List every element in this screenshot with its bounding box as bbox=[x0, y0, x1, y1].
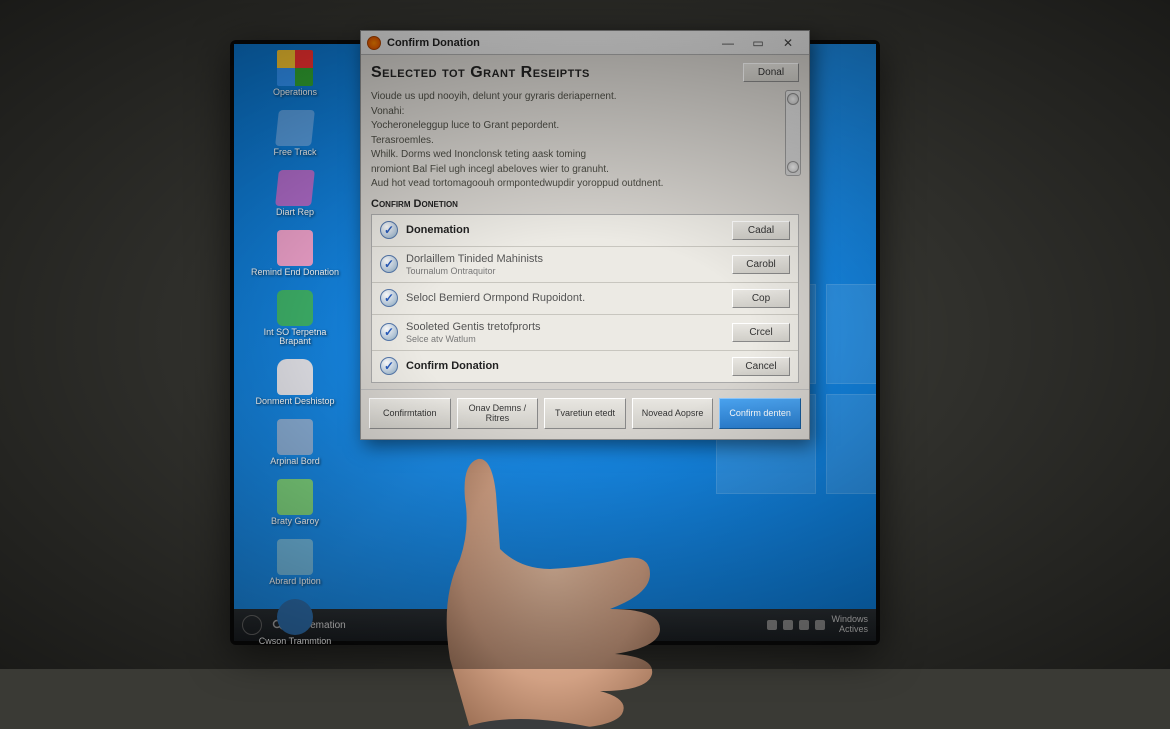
tray-icon[interactable] bbox=[815, 620, 825, 630]
item-action-button[interactable]: Cancel bbox=[732, 357, 790, 376]
desc-line: Terasroemles. bbox=[371, 134, 749, 149]
desktop-icon[interactable]: Abrard Iption bbox=[240, 539, 350, 587]
maximize-button[interactable]: ▭ bbox=[743, 35, 773, 51]
app-icon bbox=[367, 36, 381, 50]
desktop-icons-column: Operations Free Track Diart Rep Remind E… bbox=[240, 50, 350, 659]
desktop-icon-label: Arpinal Bord bbox=[270, 457, 320, 467]
list-item[interactable]: Sooleted Gentis tretofprorts Selce atv W… bbox=[372, 315, 798, 351]
item-action-button[interactable]: Cop bbox=[732, 289, 790, 308]
check-icon[interactable] bbox=[380, 255, 398, 273]
desktop-icon[interactable]: Free Track bbox=[240, 110, 350, 158]
item-title: Confirm Donation bbox=[406, 360, 724, 372]
app-icon bbox=[277, 479, 313, 515]
item-title: Sooleted Gentis tretofprorts bbox=[406, 321, 724, 333]
tray-icon[interactable] bbox=[783, 620, 793, 630]
donal-button[interactable]: Donal bbox=[743, 63, 799, 82]
desc-line: Vioude us upd nooyih, delunt your gyrari… bbox=[371, 90, 749, 105]
desktop-icon[interactable]: Cwson Trammtion bbox=[240, 599, 350, 647]
novead-button[interactable]: Novead Aopsre bbox=[632, 398, 714, 430]
minimize-button[interactable]: — bbox=[713, 35, 743, 51]
confirmation-button[interactable]: Confirmtation bbox=[369, 398, 451, 430]
item-title: Selocl Bemierd Ormpond Rupoidont. bbox=[406, 292, 724, 304]
list-item[interactable]: Selocl Bemierd Ormpond Rupoidont. Cop bbox=[372, 283, 798, 315]
desktop-icon-label: Operations bbox=[273, 88, 317, 98]
app-icon bbox=[277, 290, 313, 326]
dialog-titlebar[interactable]: Confirm Donation — ▭ ✕ bbox=[361, 31, 809, 55]
dialog-footer: Confirmtation Onav Demns / Ritres Tvaret… bbox=[361, 389, 809, 440]
scrollbar-track[interactable] bbox=[785, 90, 801, 176]
app-icon bbox=[277, 599, 313, 635]
scrollbar-thumb-bottom[interactable] bbox=[787, 161, 799, 173]
item-action-button[interactable]: Crcel bbox=[732, 323, 790, 342]
item-title: Donemation bbox=[406, 224, 724, 236]
desktop-icon[interactable]: Int SO Terpetna Brapant bbox=[240, 290, 350, 348]
bag-icon bbox=[277, 359, 313, 395]
folder-icon bbox=[275, 110, 315, 146]
dialog-title: Confirm Donation bbox=[387, 37, 713, 49]
tray-brand-bottom: Actives bbox=[831, 625, 868, 635]
desktop-icon-label: Donment Deshistop bbox=[255, 397, 334, 407]
confirm-donation-dialog: Confirm Donation — ▭ ✕ Selected tot Gran… bbox=[360, 30, 810, 440]
folder-icon bbox=[277, 419, 313, 455]
desktop-icon[interactable]: Diart Rep bbox=[240, 170, 350, 218]
item-subtitle: Tournalum Ontraquitor bbox=[406, 266, 724, 276]
folder-icon bbox=[275, 170, 315, 206]
check-icon[interactable] bbox=[380, 221, 398, 239]
desc-line: Aud hot vead tortomagoouh ormpontedwupdi… bbox=[371, 177, 749, 192]
desktop-icon-label: Braty Garoy bbox=[271, 517, 319, 527]
check-icon[interactable] bbox=[380, 323, 398, 341]
desc-line: Yocheroneleggup luce to Grant pepordent. bbox=[371, 119, 749, 134]
folder-icon bbox=[277, 230, 313, 266]
scrollbar-thumb-top[interactable] bbox=[787, 93, 799, 105]
desktop-icon[interactable]: Arpinal Bord bbox=[240, 419, 350, 467]
item-subtitle: Selce atv Watlum bbox=[406, 334, 724, 344]
desktop-icon-label: Abrard Iption bbox=[269, 577, 321, 587]
check-icon[interactable] bbox=[380, 357, 398, 375]
desktop-icon-label: Remind End Donation bbox=[251, 268, 339, 278]
item-action-button[interactable]: Cadal bbox=[732, 221, 790, 240]
section-title: Confirm Donetion bbox=[371, 198, 799, 210]
list-item[interactable]: Donemation Cadal bbox=[372, 215, 798, 247]
list-item[interactable]: Confirm Donation Cancel bbox=[372, 351, 798, 382]
open-demos-button[interactable]: Onav Demns / Ritres bbox=[457, 398, 539, 430]
check-icon[interactable] bbox=[380, 289, 398, 307]
close-button[interactable]: ✕ bbox=[773, 35, 803, 51]
donation-item-list: Donemation Cadal Dorlaillem Tinided Mahi… bbox=[371, 214, 799, 383]
desktop-icon-label: Int SO Terpetna Brapant bbox=[250, 328, 340, 348]
desktop-icon[interactable]: Operations bbox=[240, 50, 350, 98]
windows-flag-icon bbox=[277, 50, 313, 86]
desc-line: nromiont Bal Fiel ugh incegl abeloves wi… bbox=[371, 163, 749, 178]
desc-line: Vonahi: bbox=[371, 105, 749, 120]
list-item[interactable]: Dorlaillem Tinided Mahinists Tournalum O… bbox=[372, 247, 798, 283]
tray-icon[interactable] bbox=[767, 620, 777, 630]
folder-icon bbox=[277, 539, 313, 575]
desktop-icon[interactable]: Donment Deshistop bbox=[240, 359, 350, 407]
item-title: Dorlaillem Tinided Mahinists bbox=[406, 253, 724, 265]
desc-line: Whilk. Dorms wed Inonclonsk teting aask … bbox=[371, 148, 749, 163]
desktop-icon[interactable]: Remind End Donation bbox=[240, 230, 350, 278]
desktop-icon-label: Free Track bbox=[273, 148, 316, 158]
dialog-body: Selected tot Grant Reseiptts Donal Vioud… bbox=[361, 55, 809, 389]
tvaretiun-button[interactable]: Tvaretiun etedt bbox=[544, 398, 626, 430]
desktop-icon-label: Diart Rep bbox=[276, 208, 314, 218]
desktop-icon[interactable]: Braty Garoy bbox=[240, 479, 350, 527]
system-tray[interactable]: Windows Actives bbox=[767, 615, 868, 635]
desktop-icon-label: Cwson Trammtion bbox=[259, 637, 332, 647]
confirm-primary-button[interactable]: Confirm denten bbox=[719, 398, 801, 430]
tray-icon[interactable] bbox=[799, 620, 809, 630]
item-action-button[interactable]: Carobl bbox=[732, 255, 790, 274]
dialog-description: Vioude us upd nooyih, delunt your gyrari… bbox=[371, 90, 799, 192]
dialog-heading: Selected tot Grant Reseiptts bbox=[371, 64, 743, 82]
